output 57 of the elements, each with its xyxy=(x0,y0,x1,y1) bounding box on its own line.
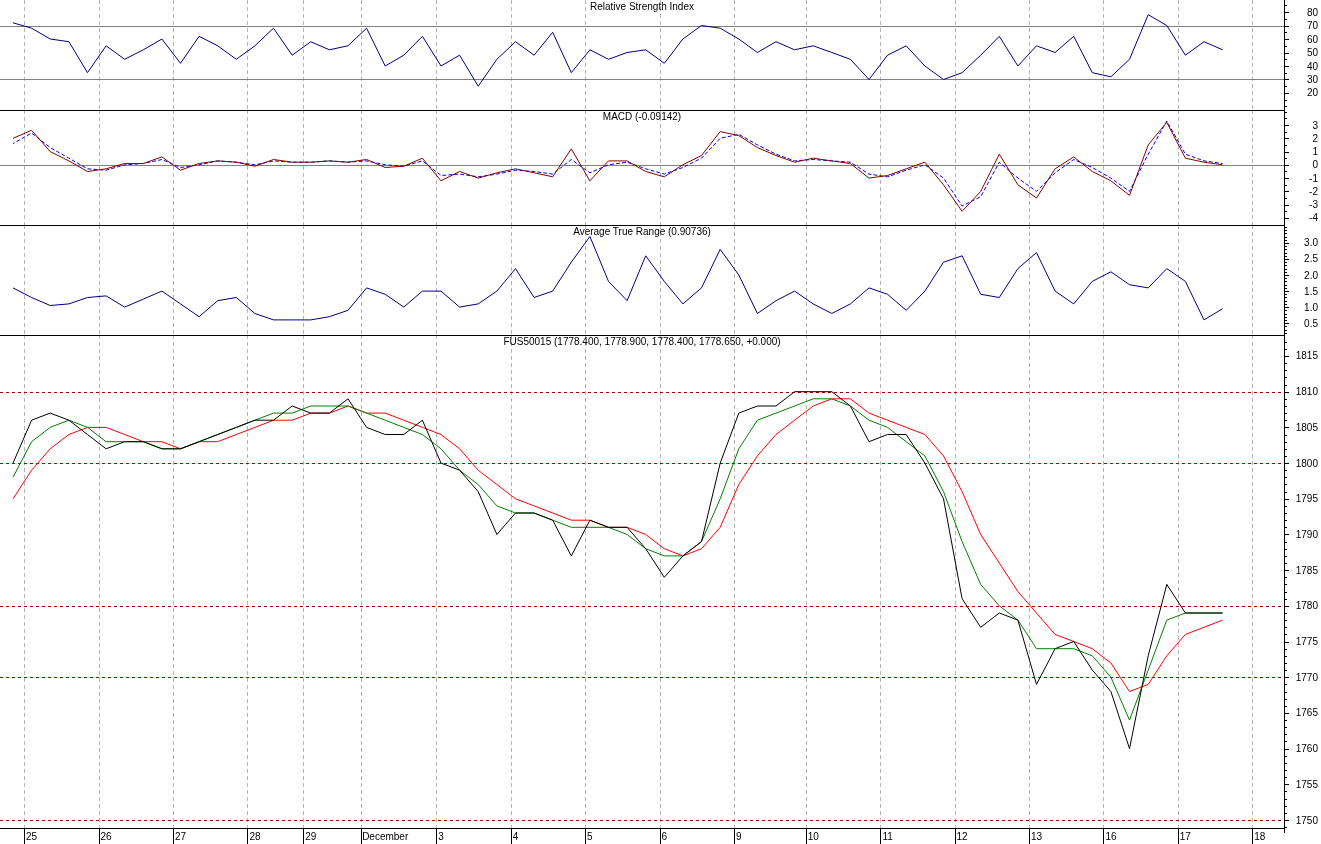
date-label: 4 xyxy=(512,831,519,842)
axis-label: 30 xyxy=(1306,74,1318,85)
axis-label: -1 xyxy=(1309,172,1318,184)
axis-label: 40 xyxy=(1306,60,1318,72)
axis-label: 50 xyxy=(1306,47,1318,58)
date-label: 18 xyxy=(1254,831,1266,842)
date-label: 11 xyxy=(882,831,893,842)
axis-label: -4 xyxy=(1309,212,1318,224)
date-label: 13 xyxy=(1030,831,1043,842)
date-label: 12 xyxy=(956,831,968,842)
axis-label: 3.0 xyxy=(1304,237,1318,249)
axis-label: 1770 xyxy=(1295,671,1318,683)
date-label: 28 xyxy=(249,831,261,842)
date-label: 25 xyxy=(26,831,38,842)
axis-label: 70 xyxy=(1306,20,1318,31)
axis-label: 1750 xyxy=(1295,814,1318,826)
axis-label: 80 xyxy=(1306,6,1318,18)
chart-title: Average True Range (0.90736) xyxy=(573,226,711,237)
date-label: 6 xyxy=(661,831,668,842)
axis-label: 0.5 xyxy=(1304,317,1318,329)
axis-label: 1780 xyxy=(1295,600,1318,612)
date-label: 29 xyxy=(305,831,317,842)
chart-title: Relative Strength Index xyxy=(590,1,694,12)
axis-label: 2.5 xyxy=(1304,253,1318,265)
date-label: 27 xyxy=(174,831,187,842)
date-label: 10 xyxy=(807,831,819,842)
axis-label: 3 xyxy=(1312,119,1318,131)
axis-label: 1800 xyxy=(1295,457,1318,469)
chart-title: MACD (-0.09142) xyxy=(602,111,682,122)
axis-label: 0 xyxy=(1312,159,1318,171)
date-label: 5 xyxy=(587,831,593,842)
chart-title: FUS50015 (1778.400, 1778.900, 1778.400, 1778.650, +0.000) xyxy=(503,336,781,347)
axis-label: 1790 xyxy=(1295,528,1318,540)
date-label: 26 xyxy=(100,831,112,842)
date-label: 16 xyxy=(1105,831,1117,842)
date-label: 9 xyxy=(736,831,742,842)
axis-label: 1775 xyxy=(1295,636,1318,648)
axis-label: 2.0 xyxy=(1304,269,1318,281)
axis-label: 1810 xyxy=(1295,386,1318,398)
axis-label: 1795 xyxy=(1295,493,1318,505)
axis-label: 1 xyxy=(1312,146,1318,158)
axis-label: 1.5 xyxy=(1304,285,1318,297)
axis-label: 1760 xyxy=(1295,743,1318,755)
date-label: 3 xyxy=(438,831,444,842)
axis-label: 1.0 xyxy=(1304,301,1318,313)
axis-label: 1785 xyxy=(1295,564,1318,576)
date-label: December xyxy=(362,831,409,842)
axis-label: 60 xyxy=(1306,33,1318,45)
axis-label: 2 xyxy=(1312,132,1318,144)
axis-label: 20 xyxy=(1306,87,1318,99)
axis-label: 1805 xyxy=(1295,421,1318,433)
axis-label: 1815 xyxy=(1295,350,1318,362)
axis-label: 1755 xyxy=(1295,778,1318,790)
date-label: 17 xyxy=(1179,831,1191,842)
axis-label: -3 xyxy=(1309,199,1318,211)
axis-label: 1765 xyxy=(1295,707,1318,719)
axis-label: -2 xyxy=(1309,185,1318,197)
